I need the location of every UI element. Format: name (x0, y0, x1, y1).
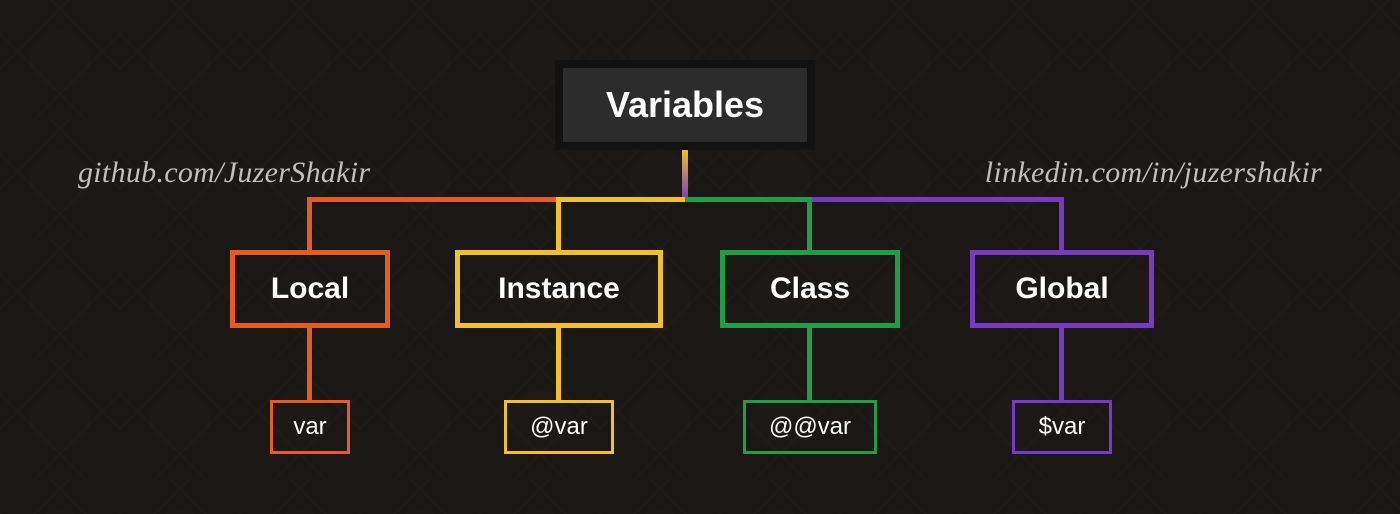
example-label: @var (530, 413, 588, 441)
github-link: github.com/JuzerShakir (78, 156, 370, 190)
example-node-local: var (270, 400, 350, 454)
connector-hbar-purple (812, 197, 1064, 202)
example-label: @@var (769, 413, 851, 441)
type-node-global: Global (970, 250, 1154, 328)
connector-stem-class-ex (807, 328, 812, 403)
root-node-label: Variables (606, 84, 764, 126)
root-node-variables: Variables (555, 60, 815, 150)
type-label: Class (770, 272, 850, 306)
connector-stem-class (807, 197, 812, 250)
connector-hbar-green (685, 197, 812, 202)
example-label: var (293, 413, 326, 441)
linkedin-link: linkedin.com/in/juzershakir (985, 156, 1322, 190)
type-label: Local (271, 272, 349, 306)
type-node-class: Class (720, 250, 900, 328)
example-node-global: $var (1012, 400, 1112, 454)
connector-stem-local (307, 197, 312, 250)
connector-stem-global (1059, 197, 1064, 250)
connector-stem-local-ex (307, 328, 312, 403)
type-label: Global (1015, 272, 1108, 306)
diagram-canvas: Variables github.com/JuzerShakir linkedi… (0, 0, 1400, 514)
connector-hbar-yellow (556, 197, 685, 202)
connector-stem-instance (556, 197, 561, 250)
type-node-instance: Instance (455, 250, 663, 328)
connector-trunk (682, 150, 688, 200)
example-node-class: @@var (743, 400, 877, 454)
example-label: $var (1039, 413, 1086, 441)
connector-stem-instance-ex (556, 328, 561, 403)
type-node-local: Local (230, 250, 390, 328)
type-label: Instance (498, 272, 620, 306)
connector-stem-global-ex (1059, 328, 1064, 403)
example-node-instance: @var (504, 400, 614, 454)
